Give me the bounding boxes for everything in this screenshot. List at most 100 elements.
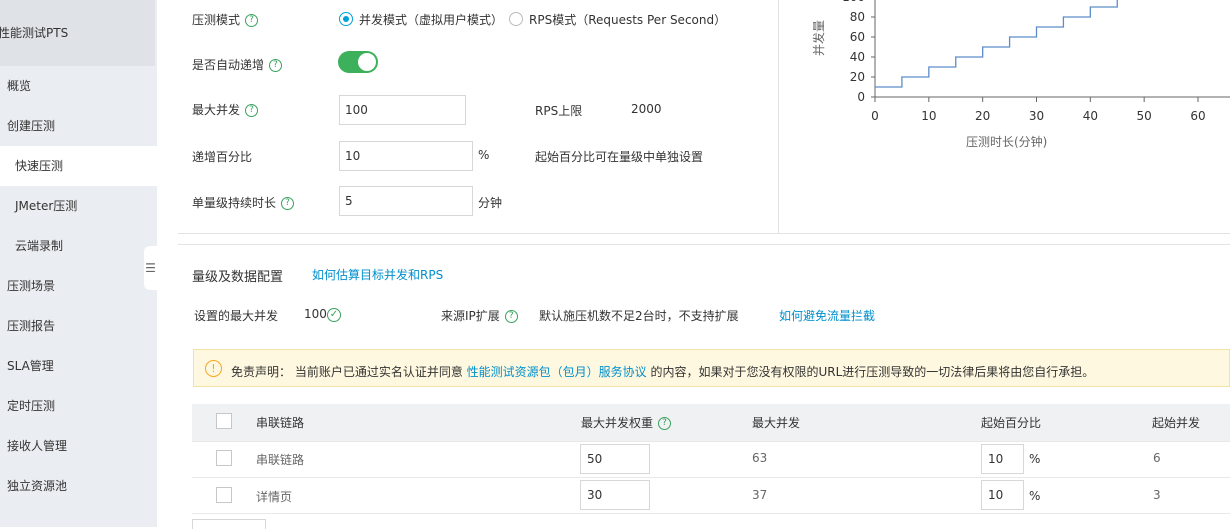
level-duration-label: 单量级持续时长 xyxy=(192,196,277,210)
source-ip-label: 来源IP扩展 xyxy=(441,309,500,323)
increment-percent-input[interactable]: 10 xyxy=(339,141,473,171)
disclaimer-prefix: 免责声明： 当前账户已通过实名认证并同意 xyxy=(231,365,463,379)
max-concurrency-input[interactable]: 100 xyxy=(339,95,466,125)
x-axis-title: 压测时长(分钟) xyxy=(966,134,1047,149)
sidebar-item-reports[interactable]: 压测报告 xyxy=(0,306,157,346)
select-all-checkbox[interactable] xyxy=(216,413,232,429)
max-set-label: 设置的最大并发 xyxy=(194,309,279,323)
row-divider xyxy=(192,441,1230,442)
app-title: 性能测试PTS xyxy=(0,0,155,66)
y-axis-title: 并发量 xyxy=(811,20,826,56)
column-header-start: 起始并发 xyxy=(1152,416,1201,430)
row-name: 串联链路 xyxy=(256,453,305,467)
column-header-max: 最大并发 xyxy=(752,416,801,430)
row-start: 6 xyxy=(1153,451,1161,465)
x-tick-label: 0 xyxy=(871,109,879,123)
help-icon[interactable]: ? xyxy=(245,104,259,117)
auto-increment-label: 是否自动递增 xyxy=(192,58,265,72)
row-max: 37 xyxy=(752,488,768,502)
sidebar-item-resource-pool[interactable]: 独立资源池 xyxy=(0,466,157,506)
help-icon[interactable]: ? xyxy=(504,310,518,323)
row-divider xyxy=(192,513,1230,514)
row-weight-input[interactable]: 30 xyxy=(580,480,650,510)
divider xyxy=(178,233,1230,234)
max-concurrency-label: 最大并发 xyxy=(192,103,241,117)
percent-unit: % xyxy=(478,148,490,162)
sidebar-item-scenarios[interactable]: 压测场景 xyxy=(0,266,157,306)
increment-percent-label: 递增百分比 xyxy=(192,150,253,164)
row-weight-input[interactable]: 50 xyxy=(580,444,650,474)
sidebar-item-quick-test[interactable]: 快速压测 xyxy=(0,146,157,186)
source-ip-note: 默认施压机数不足2台时，不支持扩展 xyxy=(539,309,739,323)
x-tick-label: 60 xyxy=(1190,109,1205,123)
help-icon[interactable]: ? xyxy=(269,59,283,72)
percent-unit: % xyxy=(1029,489,1041,503)
sidebar-item-cloud-record[interactable]: 云端录制 xyxy=(0,226,157,266)
sidebar-item-sla[interactable]: SLA管理 xyxy=(0,346,157,386)
row-checkbox[interactable] xyxy=(216,487,232,503)
row-start-percent-input[interactable]: 10 xyxy=(981,444,1024,474)
sidebar: 性能测试PTS 概览 创建压测 快速压测 JMeter压测 云端录制 压测场景 … xyxy=(0,0,157,527)
max-set-value: 100 xyxy=(304,307,327,321)
y-tick-label: 0 xyxy=(857,90,865,104)
level-config-title: 量级及数据配置 xyxy=(192,270,284,285)
column-header-start-percent: 起始百分比 xyxy=(981,416,1042,430)
x-tick-label: 10 xyxy=(921,109,936,123)
concurrency-series-line xyxy=(875,0,1118,88)
service-agreement-link[interactable]: 性能测试资源包（包月）服务协议 xyxy=(467,365,647,379)
y-tick-label: 80 xyxy=(850,10,865,24)
row-checkbox[interactable] xyxy=(216,450,232,466)
column-header-weight-row: 最大并发权重? xyxy=(581,414,672,431)
sidebar-item-create-test[interactable]: 创建压测 xyxy=(0,106,157,146)
radio-concurrency-mode[interactable] xyxy=(339,12,353,26)
table-header xyxy=(192,404,1230,441)
sidebar-item-scheduled-test[interactable]: 定时压测 xyxy=(0,386,157,426)
x-tick-label: 20 xyxy=(975,109,990,123)
x-tick-label: 40 xyxy=(1083,109,1098,123)
level-duration-row: 单量级持续时长? xyxy=(192,194,295,211)
y-tick-label: 40 xyxy=(850,50,865,64)
y-tick-label: 60 xyxy=(850,30,865,44)
radio-concurrency-label: 并发模式（虚拟用户模式） xyxy=(359,13,504,27)
collapse-icon[interactable]: ☰ xyxy=(144,246,157,290)
row-start: 3 xyxy=(1153,488,1161,502)
level-duration-input[interactable]: 5 xyxy=(339,186,473,216)
row-start-percent-input[interactable]: 10 xyxy=(981,480,1024,510)
row-divider xyxy=(192,477,1230,478)
rps-limit-value: 2000 xyxy=(631,102,662,116)
row-max: 63 xyxy=(752,451,768,465)
percent-unit: % xyxy=(1029,452,1041,466)
radio-rps-mode[interactable] xyxy=(509,12,523,26)
add-chain-button[interactable] xyxy=(192,519,266,529)
mode-label: 压测模式 xyxy=(192,13,241,27)
column-header-chain: 串联链路 xyxy=(256,416,305,430)
help-icon[interactable]: ? xyxy=(245,14,259,27)
row-name: 详情页 xyxy=(256,490,293,504)
max-concurrency-row: 最大并发? xyxy=(192,101,259,118)
sidebar-item-jmeter-test[interactable]: JMeter压测 xyxy=(0,186,157,226)
disclaimer-suffix: 的内容，如果对于您没有权限的URL进行压测导致的一切法律后果将由您自行承担。 xyxy=(650,365,1095,379)
warning-icon: ! xyxy=(205,360,222,377)
source-ip-row: 来源IP扩展? xyxy=(441,307,518,324)
divider xyxy=(178,244,1230,245)
help-icon[interactable]: ? xyxy=(658,417,672,430)
auto-increment-toggle[interactable] xyxy=(338,51,378,73)
x-tick-label: 50 xyxy=(1137,109,1152,123)
auto-increment-row: 是否自动递增? xyxy=(192,56,283,73)
max-set-value-row: 100 ✓ xyxy=(304,307,341,322)
mode-label-row: 压测模式? xyxy=(192,11,259,28)
sidebar-item-overview[interactable]: 概览 xyxy=(0,66,157,106)
sidebar-item-recipients[interactable]: 接收人管理 xyxy=(0,426,157,466)
estimate-help-link[interactable]: 如何估算目标并发和RPS xyxy=(312,266,443,283)
column-header-weight: 最大并发权重 xyxy=(581,416,654,430)
y-tick-label: 100 xyxy=(842,0,865,4)
disclaimer-text: 免责声明： 当前账户已通过实名认证并同意 性能测试资源包（包月）服务协议 的内容… xyxy=(231,363,1094,380)
y-tick-label: 20 xyxy=(850,70,865,84)
rps-limit-label: RPS上限 xyxy=(535,104,583,118)
help-icon[interactable]: ? xyxy=(281,197,295,210)
avoid-interception-link[interactable]: 如何避免流量拦截 xyxy=(779,307,875,324)
minute-unit: 分钟 xyxy=(478,196,503,210)
concurrency-step-chart: 0 20 40 60 80 100 0 10 20 30 40 50 60 压测时长(分钟) 并发量 xyxy=(811,0,1230,149)
radio-rps-label: RPS模式（Requests Per Second） xyxy=(529,13,727,27)
increment-note: 起始百分比可在量级中单独设置 xyxy=(535,150,704,164)
